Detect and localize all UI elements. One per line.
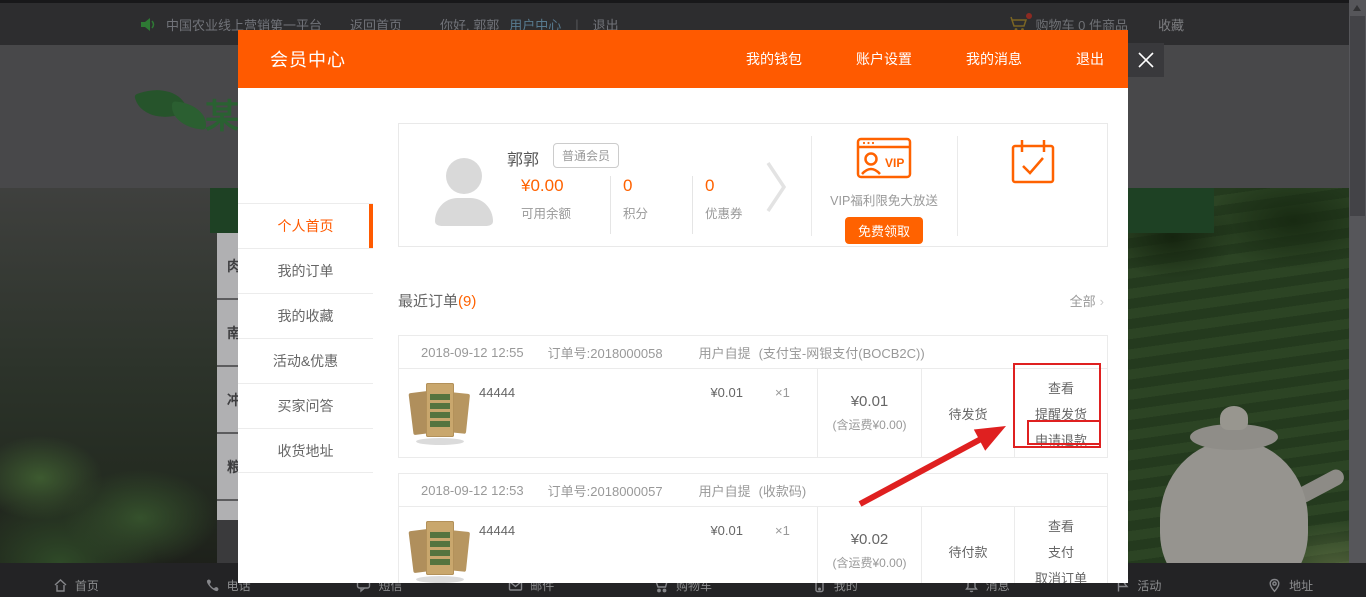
close-icon — [1138, 52, 1154, 68]
profile-chevron-right-icon[interactable] — [765, 160, 789, 219]
order-delivery: 用户自提 — [699, 343, 751, 362]
sidebar-item-my-orders[interactable]: 我的订单 — [238, 248, 373, 293]
modal-nav: 我的钱包 账户设置 我的消息 退出 — [746, 49, 1104, 69]
vip-promo: VIP VIP福利限免大放送 免费领取 — [811, 136, 957, 244]
product-quantity: ×1 — [775, 385, 790, 400]
action-cancel-order[interactable]: 取消订单 — [1035, 568, 1087, 584]
nav-my-wallet[interactable]: 我的钱包 — [746, 49, 802, 69]
action-view[interactable]: 查看 — [1048, 516, 1074, 535]
page-scrollbar[interactable] — [1349, 0, 1366, 563]
order-status: 待付款 — [921, 507, 1014, 583]
signin-calendar[interactable] — [957, 138, 1109, 191]
product-name[interactable]: 44444 — [479, 385, 515, 400]
product-price: ¥0.01 — [687, 523, 743, 538]
recent-orders-header: 最近订单(9) 全部› — [398, 290, 1108, 310]
nav-my-messages[interactable]: 我的消息 — [966, 49, 1022, 69]
action-pay[interactable]: 支付 — [1048, 542, 1074, 561]
vip-promo-text: VIP福利限免大放送 — [811, 190, 957, 209]
teapot-image — [1220, 406, 1248, 430]
scrollbar-up-arrow[interactable] — [1353, 5, 1361, 11]
home-icon — [53, 578, 68, 593]
modal-sidebar: 个人首页 我的订单 我的收藏 活动&优惠 买家问答 收货地址 — [238, 203, 373, 473]
product-thumbnail[interactable] — [411, 517, 469, 583]
order-payment: (支付宝-网银支付(BOCB2C)) — [759, 343, 925, 362]
sidebar-item-shipping-address[interactable]: 收货地址 — [238, 428, 373, 473]
product-quantity: ×1 — [775, 523, 790, 538]
free-claim-button[interactable]: 免费领取 — [845, 217, 923, 244]
modal-close-button[interactable] — [1128, 43, 1164, 77]
product-price: ¥0.01 — [687, 385, 743, 400]
sidebar-item-personal-home[interactable]: 个人首页 — [238, 203, 373, 248]
leaf-icon — [170, 101, 208, 130]
modal-header: 会员中心 我的钱包 账户设置 我的消息 退出 — [238, 30, 1128, 88]
recent-orders-count: (9) — [458, 293, 476, 310]
member-level-badge: 普通会员 — [553, 143, 619, 168]
order-datetime: 2018-09-12 12:55 — [421, 345, 524, 360]
toolbar-item-address[interactable]: 地址 — [1214, 563, 1366, 597]
order-total-cell: ¥0.02 (含运费¥0.00) — [817, 507, 921, 583]
profile-name: 郭郭 — [507, 146, 539, 170]
vip-browser-icon: VIP — [855, 136, 913, 180]
sidebar-item-my-favorites[interactable]: 我的收藏 — [238, 293, 373, 338]
sidebar-item-promotions[interactable]: 活动&优惠 — [238, 338, 373, 383]
favorite-link[interactable]: 收藏 — [1158, 15, 1184, 34]
annotation-arrow — [848, 408, 1020, 512]
order-body: 44444 ¥0.01 ×1 ¥0.02 (含运费¥0.00) 待付款 查看 支… — [399, 507, 1107, 583]
nav-logout[interactable]: 退出 — [1076, 49, 1104, 69]
recent-orders-title: 最近订单 — [398, 293, 458, 310]
order-product-cell: 44444 ¥0.01 ×1 — [399, 369, 817, 457]
chevron-right-icon: › — [1100, 294, 1104, 309]
sidebar-item-buyer-qa[interactable]: 买家问答 — [238, 383, 373, 428]
nav-account-settings[interactable]: 账户设置 — [856, 49, 912, 69]
site-logo-text: 某 — [205, 89, 239, 138]
speaker-icon — [140, 17, 156, 32]
order-actions: 查看 支付 取消订单 — [1014, 507, 1107, 583]
order-header: 2018-09-12 12:55 订单号:2018000058 用户自提 (支付… — [399, 336, 1107, 369]
svg-text:VIP: VIP — [885, 156, 904, 170]
background-photo-tea-plants — [0, 188, 217, 597]
product-name[interactable]: 44444 — [479, 523, 515, 538]
modal-title: 会员中心 — [270, 46, 346, 72]
product-thumbnail[interactable] — [411, 379, 469, 447]
cart-badge-dot — [1026, 13, 1032, 19]
page: 中国农业线上营销第一平台 返回首页 你好, 郭郭 用户中心 | 退出 购物车 0… — [0, 0, 1366, 597]
order-shipping: (含运费¥0.00) — [832, 554, 906, 571]
order-payment: (收款码) — [759, 481, 807, 500]
stat-points: 0 积分 — [610, 176, 692, 234]
active-indicator — [369, 204, 373, 249]
toolbar-item-home[interactable]: 首页 — [0, 563, 152, 597]
location-icon — [1267, 578, 1282, 593]
avatar — [435, 158, 493, 226]
order-delivery: 用户自提 — [699, 481, 751, 500]
background-photo-tea-field — [1128, 188, 1349, 597]
stat-balance: ¥0.00 可用余额 — [507, 176, 610, 234]
scrollbar-thumb[interactable] — [1350, 16, 1365, 216]
calendar-check-icon — [1009, 138, 1057, 186]
profile-card: 郭郭 普通会员 ¥0.00 可用余额 0 积分 0 优惠券 — [398, 123, 1108, 247]
profile-stats: ¥0.00 可用余额 0 积分 0 优惠券 — [507, 176, 804, 234]
order-number: 订单号:2018000058 — [548, 343, 663, 362]
order-datetime: 2018-09-12 12:53 — [421, 483, 524, 498]
annotation-highlight-refund-box — [1027, 420, 1101, 445]
view-all-link[interactable]: 全部› — [1070, 291, 1104, 310]
order-total: ¥0.02 — [851, 531, 889, 548]
phone-icon — [205, 578, 220, 593]
order-product-cell: 44444 ¥0.01 ×1 — [399, 507, 817, 583]
order-number: 订单号:2018000057 — [548, 481, 663, 500]
